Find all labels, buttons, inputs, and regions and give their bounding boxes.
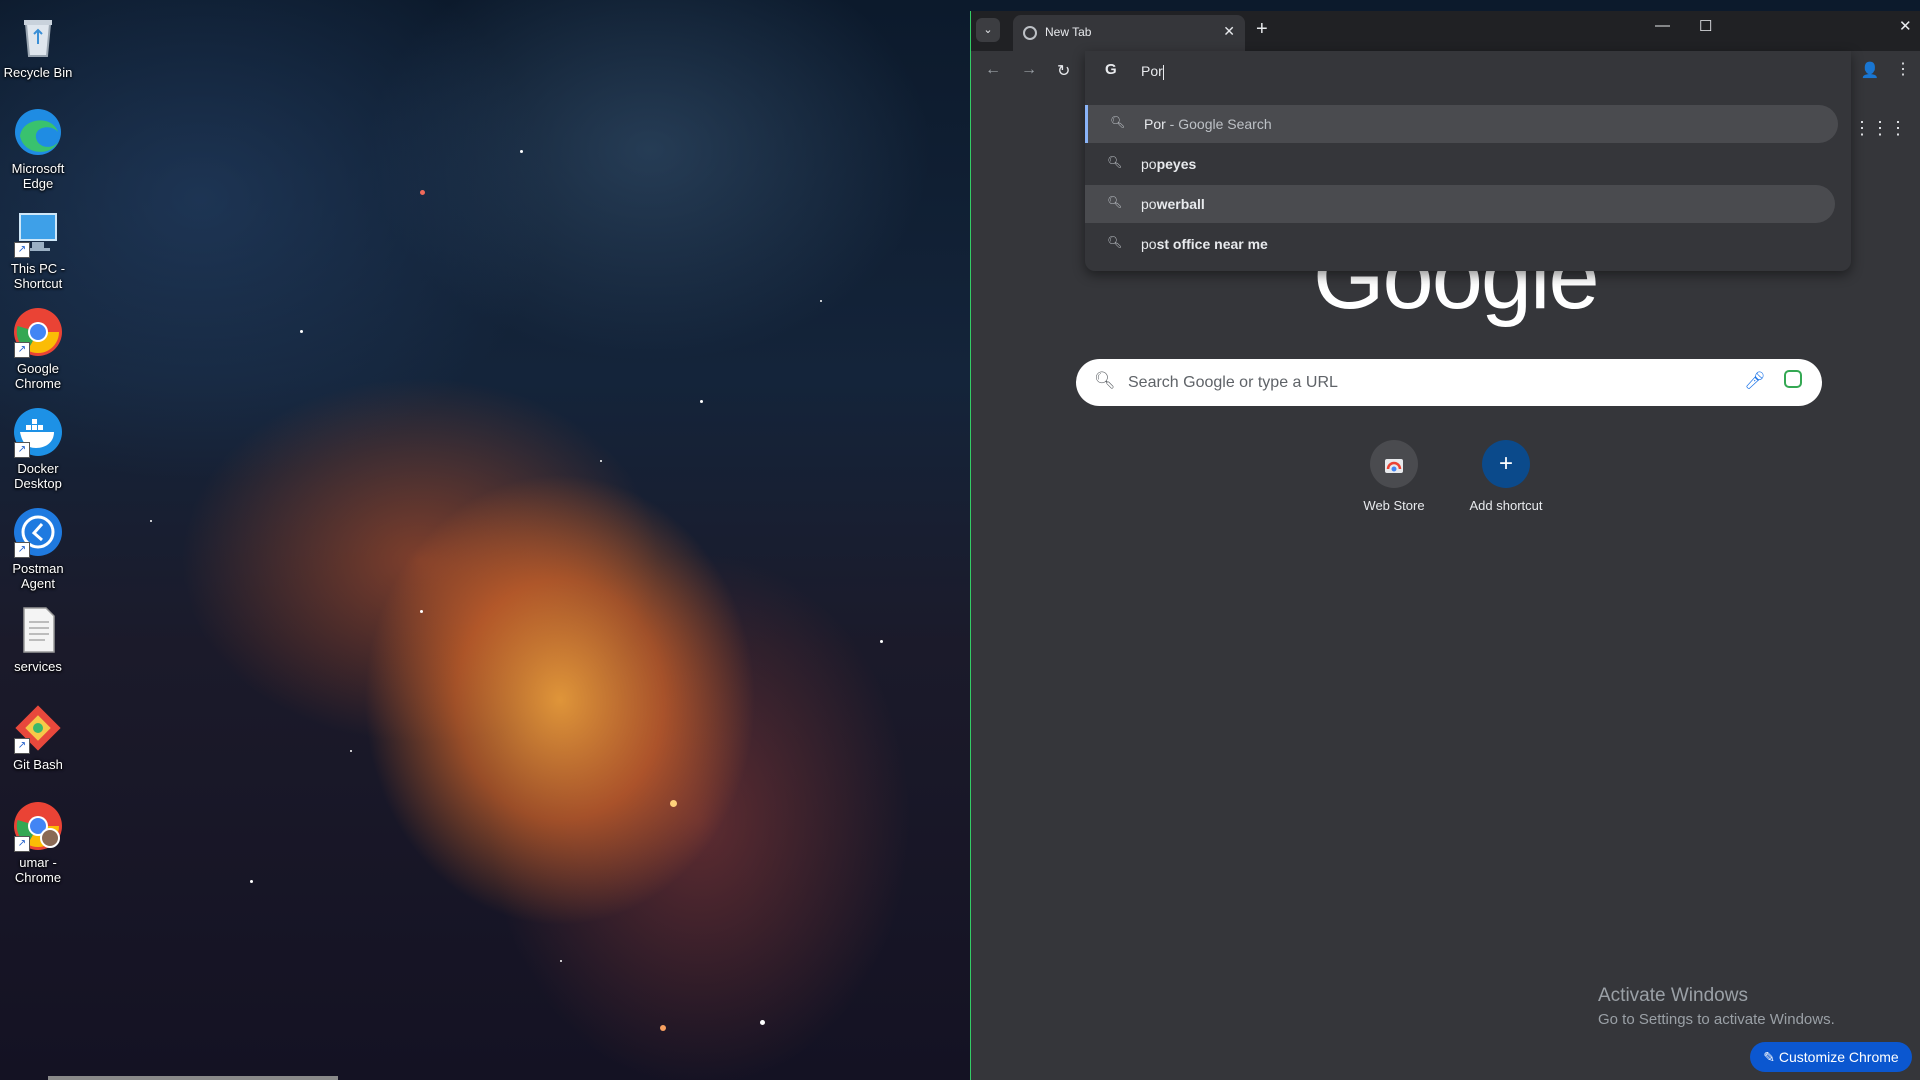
- google-apps-icon[interactable]: ⋮⋮⋮: [1853, 118, 1907, 139]
- search-icon: 🔍︎: [1107, 195, 1123, 209]
- shortcut-web-store[interactable]: Web Store: [1344, 440, 1444, 513]
- suggestion-match: po: [1141, 196, 1157, 212]
- suggestion-item[interactable]: 🔍︎ popeyes: [1085, 145, 1835, 183]
- text-caret: [1162, 64, 1164, 80]
- shortcut-label: Add shortcut: [1469, 498, 1543, 513]
- activate-title: Activate Windows: [1598, 985, 1748, 1006]
- desktop-icon-umar-chrome[interactable]: ↗ umar - Chrome: [0, 796, 76, 885]
- desktop-icon-services[interactable]: services: [0, 600, 76, 674]
- postman-icon: ↗: [12, 506, 64, 558]
- shortcut-arrow-icon: ↗: [14, 836, 30, 852]
- shortcut-arrow-icon: ↗: [14, 242, 30, 258]
- back-button[interactable]: ←: [985, 61, 1001, 79]
- recycle-bin-icon: [12, 10, 64, 62]
- reload-button[interactable]: ↻: [1057, 61, 1070, 81]
- close-tab-icon[interactable]: ✕: [1223, 23, 1235, 40]
- microphone-icon[interactable]: 🎤︎: [1744, 371, 1766, 391]
- omnibox-dropdown: G Por 🔍︎ Por - Google Search 🔍︎ popeyes …: [1085, 51, 1851, 271]
- tab-title: New Tab: [1045, 25, 1092, 39]
- forward-button[interactable]: →: [1021, 61, 1037, 79]
- tab-new-tab[interactable]: New Tab ✕: [1013, 15, 1245, 51]
- suggestion-rest: werball: [1156, 196, 1205, 212]
- desktop-icon-label: Recycle Bin: [3, 65, 73, 80]
- desktop-icon-this-pc[interactable]: ↗ This PC - Shortcut: [0, 202, 76, 291]
- menu-kebab-icon[interactable]: ⋮: [1895, 59, 1911, 79]
- desktop-icon-git-bash[interactable]: ↗ Git Bash: [0, 698, 76, 772]
- desktop-icon-recycle-bin[interactable]: Recycle Bin: [0, 6, 76, 80]
- customize-label: Customize Chrome: [1778, 1049, 1899, 1065]
- google-g-icon: G: [1105, 61, 1117, 78]
- desktop-icon-docker[interactable]: ↗ Docker Desktop: [0, 402, 76, 491]
- google-lens-icon[interactable]: [1784, 370, 1802, 388]
- suggestion-item[interactable]: 🔍︎ powerball: [1085, 185, 1835, 223]
- chrome-icon: ↗: [12, 306, 64, 358]
- desktop-icon-label: Docker Desktop: [14, 461, 62, 491]
- desktop-icon-edge[interactable]: Microsoft Edge: [0, 102, 76, 191]
- suggestion-rest: st office near me: [1156, 236, 1268, 252]
- git-bash-icon: ↗: [12, 702, 64, 754]
- omnibox-input[interactable]: Por: [1141, 63, 1164, 80]
- shortcut-arrow-icon: ↗: [14, 542, 30, 558]
- desktop-icon-label: Microsoft Edge: [11, 161, 65, 191]
- activate-subtitle: Go to Settings to activate Windows.: [1598, 1011, 1835, 1028]
- edge-icon: [12, 106, 64, 158]
- search-box[interactable]: 🔍︎ Search Google or type a URL 🎤︎: [1076, 359, 1822, 406]
- suggestion-item[interactable]: 🔍︎ Por - Google Search: [1085, 105, 1838, 143]
- docker-icon: ↗: [12, 406, 64, 458]
- activate-windows-watermark: Activate Windows Go to Settings to activ…: [1598, 985, 1835, 1028]
- plus-icon: +: [1482, 440, 1530, 488]
- text-file-icon: [12, 604, 64, 656]
- taskbar-edge: [48, 1076, 338, 1080]
- suggestion-match: Por: [1144, 116, 1166, 132]
- desktop-icon-label: Google Chrome: [14, 361, 62, 391]
- suggestion-item[interactable]: 🔍︎ post office near me: [1085, 225, 1835, 263]
- shortcut-label: Web Store: [1363, 498, 1425, 513]
- search-icon: 🔍︎: [1094, 371, 1116, 390]
- desktop-icon-label: services: [14, 659, 62, 674]
- customize-chrome-button[interactable]: ✎ Customize Chrome: [1750, 1042, 1912, 1072]
- desktop-icon-chrome[interactable]: ↗ Google Chrome: [0, 302, 76, 391]
- shortcut-arrow-icon: ↗: [14, 342, 30, 358]
- search-icon: 🔍︎: [1110, 115, 1126, 129]
- suggestion-rest: - Google Search: [1165, 116, 1272, 132]
- chevron-down-icon: ⌄: [983, 24, 993, 36]
- shortcut-arrow-icon: ↗: [14, 442, 30, 458]
- this-pc-icon: ↗: [12, 206, 64, 258]
- chrome-window: ⌄ New Tab ✕ + — ☐ ✕ ← → ↻ 👤 ⋮ G Por 🔍︎ P…: [970, 11, 1920, 1080]
- desktop-icon-label: Git Bash: [13, 757, 63, 772]
- desktop-icon-postman[interactable]: ↗ Postman Agent: [0, 502, 76, 591]
- tab-strip: ⌄ New Tab ✕ + — ☐ ✕: [971, 11, 1920, 51]
- shortcut-arrow-icon: ↗: [14, 738, 30, 754]
- minimize-button[interactable]: —: [1655, 17, 1670, 34]
- suggestion-match: po: [1141, 236, 1157, 252]
- chrome-profile-icon: ↗: [12, 800, 64, 852]
- search-icon: 🔍︎: [1107, 155, 1123, 169]
- desktop-icon-label: Postman Agent: [12, 561, 64, 591]
- search-icon: 🔍︎: [1107, 235, 1123, 249]
- tab-search-button[interactable]: ⌄: [976, 18, 1000, 42]
- desktop-icon-label: umar - Chrome: [14, 855, 62, 885]
- pencil-icon: ✎: [1763, 1049, 1775, 1065]
- maximize-button[interactable]: ☐: [1699, 17, 1712, 35]
- search-placeholder: Search Google or type a URL: [1128, 374, 1338, 391]
- new-tab-button[interactable]: +: [1256, 18, 1268, 41]
- shortcut-add[interactable]: + Add shortcut: [1456, 440, 1556, 513]
- profile-icon[interactable]: 👤: [1859, 60, 1881, 82]
- chrome-favicon-icon: [1023, 26, 1037, 40]
- web-store-icon: [1370, 440, 1418, 488]
- close-window-button[interactable]: ✕: [1899, 17, 1912, 35]
- suggestion-match: po: [1141, 156, 1157, 172]
- suggestion-rest: peyes: [1156, 156, 1197, 172]
- desktop-icon-label: This PC - Shortcut: [10, 261, 66, 291]
- omnibox-text: Por: [1141, 63, 1163, 79]
